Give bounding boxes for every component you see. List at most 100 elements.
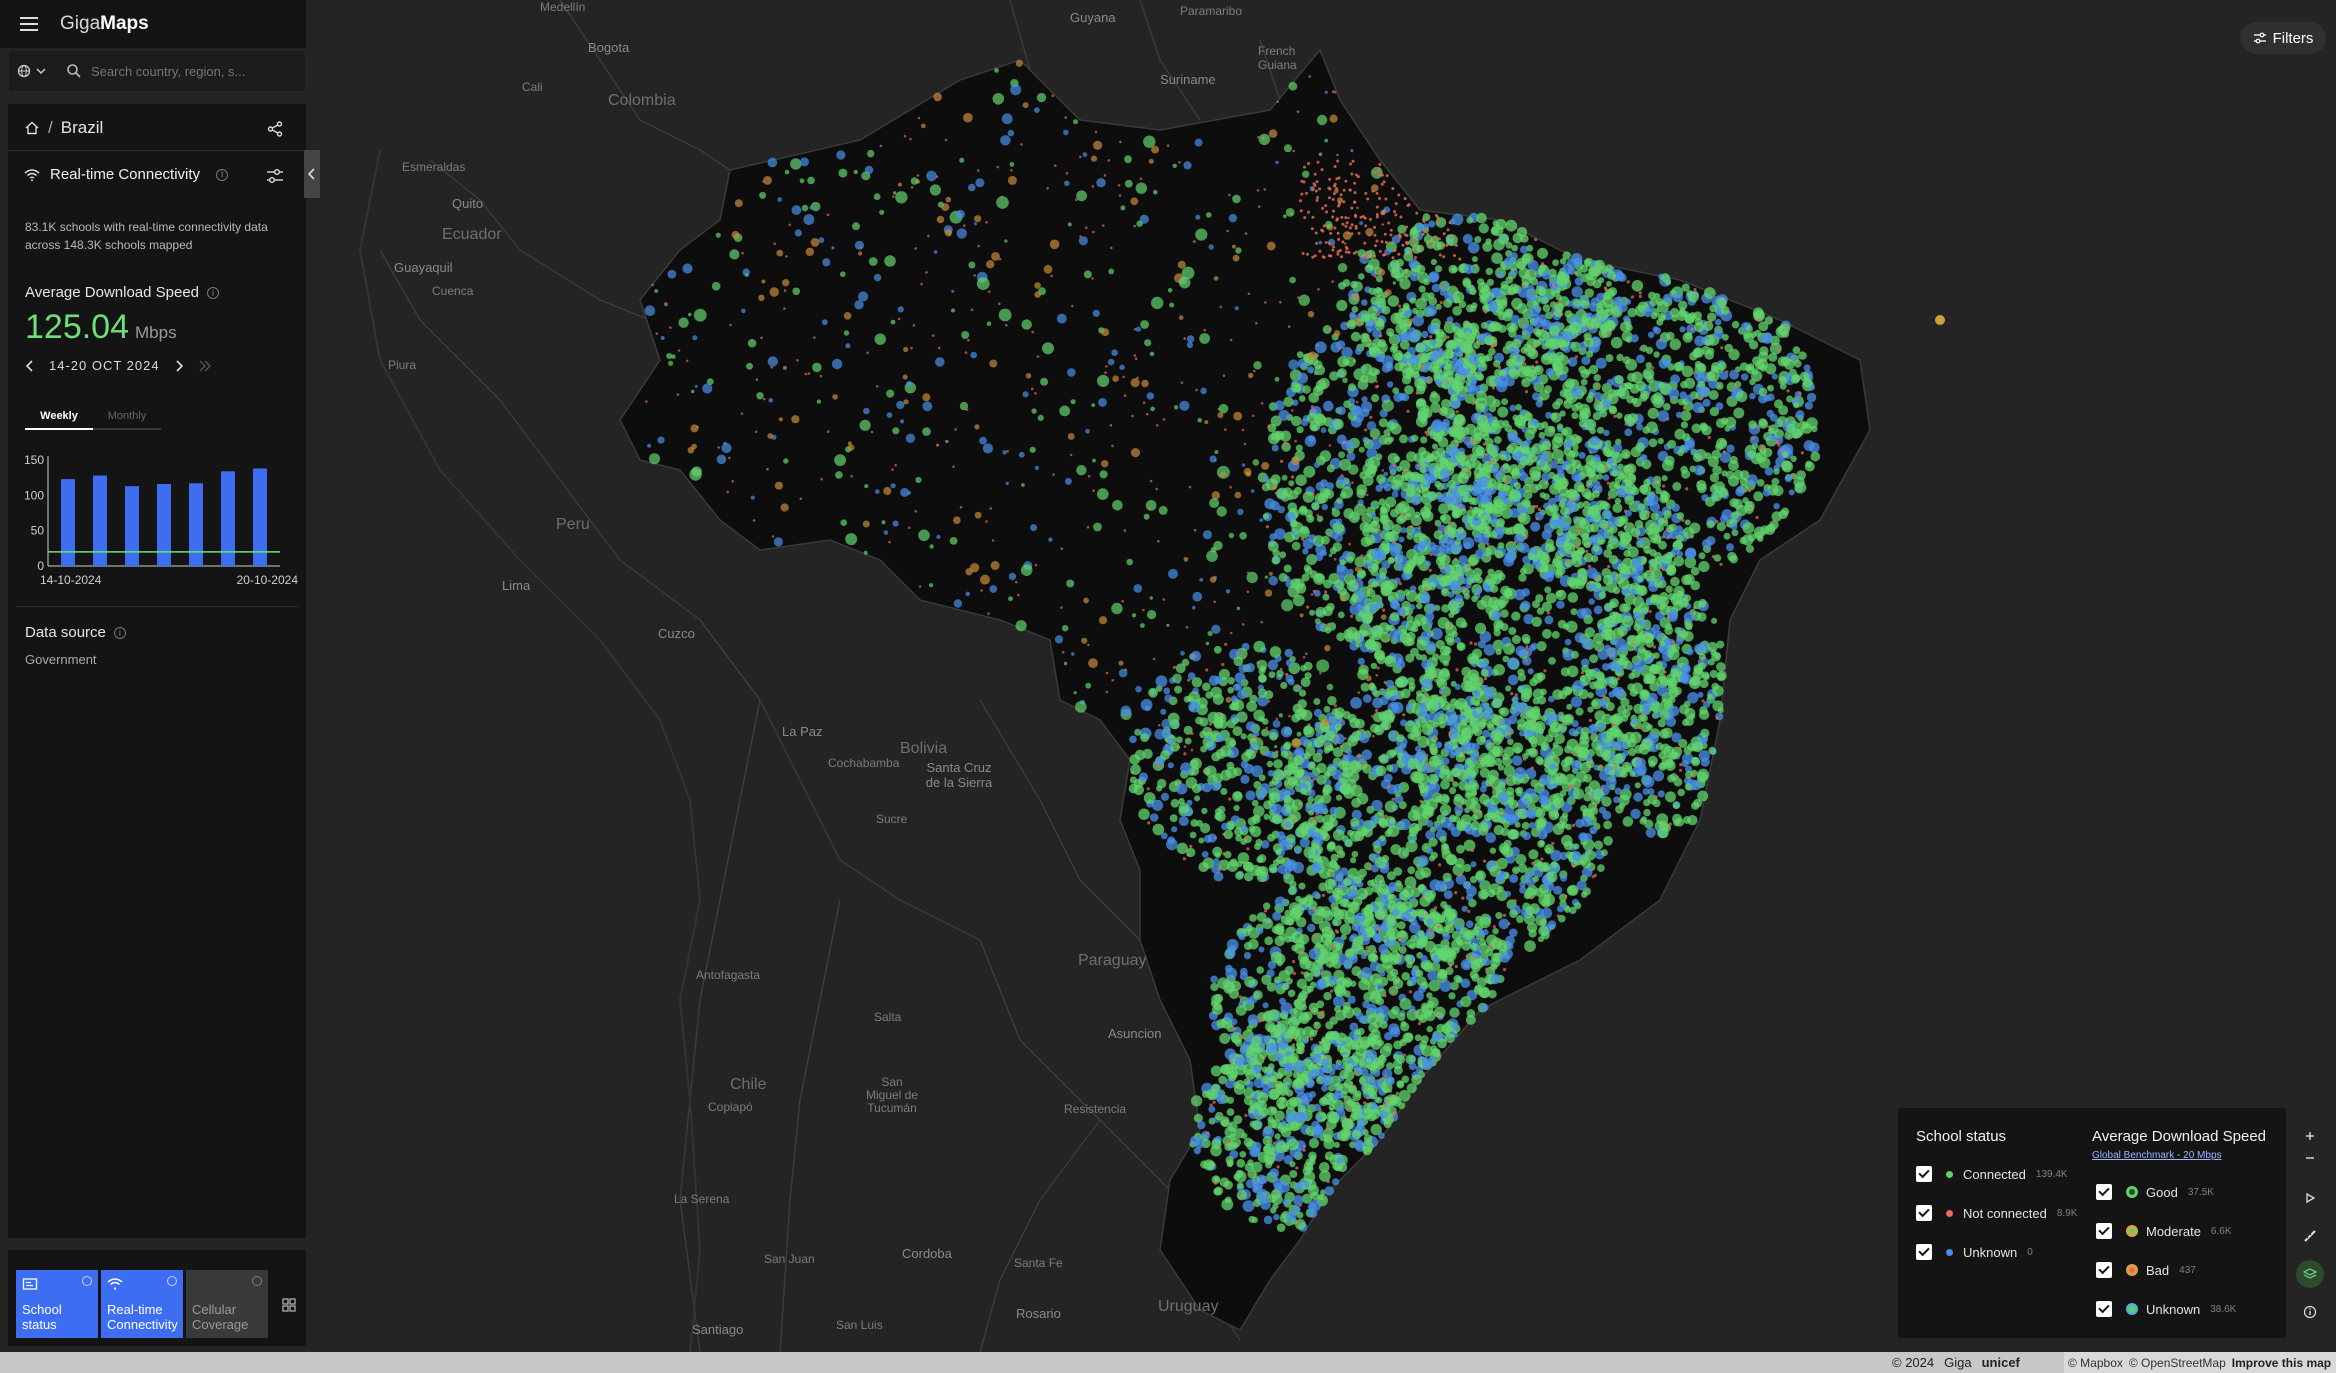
school-point xyxy=(1771,373,1778,380)
school-point xyxy=(1549,762,1557,770)
school-point xyxy=(1507,943,1514,950)
school-point xyxy=(1587,692,1594,699)
school-point xyxy=(1398,946,1407,954)
school-point xyxy=(1767,384,1774,392)
school-point xyxy=(1601,568,1612,578)
school-point xyxy=(1528,747,1539,758)
school-point xyxy=(1268,1194,1278,1203)
school-point xyxy=(1555,589,1567,601)
school-point xyxy=(1778,405,1789,416)
school-point xyxy=(1363,1101,1367,1105)
school-point xyxy=(1635,442,1646,453)
school-point xyxy=(1741,373,1749,381)
school-point xyxy=(1525,645,1529,649)
school-point xyxy=(1545,847,1552,854)
school-point xyxy=(1469,875,1478,884)
school-point xyxy=(1487,568,1495,576)
school-point xyxy=(1572,680,1584,692)
school-point xyxy=(1685,487,1689,491)
school-point xyxy=(1565,620,1578,633)
school-point xyxy=(1201,1130,1211,1140)
school-point xyxy=(1583,541,1591,549)
school-point xyxy=(1694,360,1702,368)
school-point xyxy=(1274,896,1286,908)
school-point xyxy=(1436,948,1449,960)
school-point xyxy=(1461,896,1465,900)
coastline xyxy=(358,149,702,1352)
school-point xyxy=(1350,761,1362,774)
school-point xyxy=(1374,839,1381,847)
school-point xyxy=(1268,1009,1280,1021)
school-point xyxy=(1251,1141,1262,1152)
school-point xyxy=(1767,393,1775,402)
school-point xyxy=(1343,878,1352,887)
school-point xyxy=(1658,381,1665,389)
school-point xyxy=(1570,696,1582,708)
school-point xyxy=(1532,392,1541,401)
school-point xyxy=(1509,928,1518,937)
school-point xyxy=(1606,516,1619,528)
school-point xyxy=(1810,451,1821,462)
school-point xyxy=(1217,977,1229,989)
school-point xyxy=(1392,976,1401,984)
school-point xyxy=(1270,951,1283,964)
school-point xyxy=(1548,695,1555,703)
school-point xyxy=(1722,450,1726,454)
school-point xyxy=(1564,905,1571,913)
school-point xyxy=(1294,1035,1302,1042)
school-point xyxy=(1682,406,1686,410)
school-point xyxy=(1588,583,1597,591)
school-point xyxy=(1302,1166,1312,1176)
school-point xyxy=(1541,472,1551,482)
school-point xyxy=(1493,825,1504,836)
school-point xyxy=(1438,1013,1442,1017)
school-point xyxy=(1272,1141,1276,1145)
school-point xyxy=(1613,482,1621,489)
school-point xyxy=(1285,1089,1294,1097)
school-point xyxy=(1410,909,1419,918)
school-point xyxy=(1415,653,1423,661)
school-point xyxy=(1701,425,1712,436)
school-point xyxy=(1308,1151,1317,1161)
school-point xyxy=(1803,364,1811,372)
school-point xyxy=(1245,997,1254,1006)
school-point xyxy=(1338,887,1342,891)
school-point xyxy=(1282,1076,1292,1086)
school-point xyxy=(1348,1107,1352,1111)
map-border xyxy=(1139,0,1201,121)
school-point xyxy=(1499,952,1511,963)
school-point xyxy=(1292,1195,1304,1206)
school-point xyxy=(1792,346,1801,355)
school-point xyxy=(1191,1095,1203,1107)
school-point xyxy=(1584,418,1597,431)
school-point xyxy=(1518,512,1531,525)
school-point xyxy=(1327,841,1336,850)
school-point xyxy=(1376,666,1380,670)
school-point xyxy=(1491,459,1495,463)
school-point xyxy=(1802,377,1813,388)
school-point xyxy=(1433,924,1442,933)
school-point xyxy=(1689,522,1701,534)
school-point xyxy=(1593,803,1598,808)
school-point xyxy=(1702,398,1711,407)
school-point xyxy=(1658,540,1667,550)
school-point xyxy=(1570,386,1582,398)
school-point xyxy=(1335,1062,1344,1071)
school-point xyxy=(1565,823,1572,830)
school-point xyxy=(1456,821,1466,832)
school-point xyxy=(1597,464,1605,472)
school-point xyxy=(1454,964,1458,969)
school-point xyxy=(1657,437,1664,445)
school-point xyxy=(1663,403,1671,411)
school-point xyxy=(1519,455,1530,467)
school-point xyxy=(1726,444,1735,453)
school-point xyxy=(1619,321,1631,333)
school-point xyxy=(1311,1120,1320,1130)
school-point xyxy=(1604,464,1608,469)
school-point xyxy=(1437,925,1441,929)
school-point xyxy=(1593,840,1604,850)
school-point xyxy=(1263,1215,1273,1225)
school-point xyxy=(1608,406,1618,415)
school-point xyxy=(1450,717,1458,725)
school-point xyxy=(1270,1106,1278,1114)
